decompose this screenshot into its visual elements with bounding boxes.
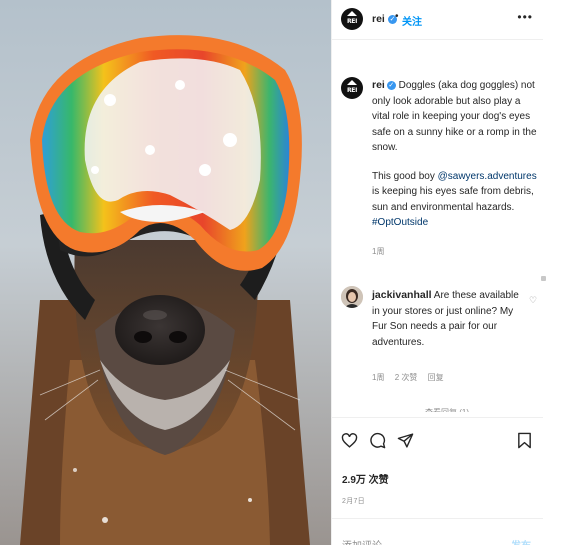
mountain-icon [347, 80, 357, 85]
like-heart-icon[interactable] [341, 432, 358, 449]
mountain-icon [347, 11, 357, 16]
comment-time[interactable]: 1周 [372, 373, 384, 382]
caption-time[interactable]: 1周 [372, 244, 537, 260]
reply-button[interactable]: 回复 [428, 373, 444, 382]
follow-button[interactable]: 关注 [402, 13, 422, 28]
caption-username[interactable]: rei [372, 79, 385, 91]
post-caption: rei ✓ Doggles (aka dog goggles) not only … [372, 78, 537, 259]
comments-area: REI rei ✓ Doggles (aka dog goggles) not o… [332, 41, 543, 417]
comment-username[interactable]: jackivanhall [372, 289, 432, 301]
comment-bubble-icon[interactable] [369, 432, 386, 449]
hashtag-link[interactable]: #OptOutside [372, 217, 428, 228]
avatar-text: REI [346, 18, 358, 25]
rei-avatar[interactable]: REI [341, 8, 363, 30]
post-side-panel: REI rei ✓ • 关注 ••• REI rei ✓ Doggles (aka… [331, 0, 543, 545]
post-comment-button[interactable]: 发布 [511, 537, 531, 545]
caption-paragraph-1: rei ✓ Doggles (aka dog goggles) not only … [372, 78, 537, 156]
caption-paragraph-2: This good boy @sawyers.adventures is kee… [372, 169, 537, 231]
share-plane-icon[interactable] [397, 432, 414, 449]
comment-likes[interactable]: 2 次赞 [395, 373, 418, 382]
comment-input[interactable]: 添加评论... [342, 537, 390, 545]
like-count[interactable]: 2.9万 次赞 [342, 471, 389, 486]
commenter-avatar[interactable] [341, 286, 363, 308]
post-header: REI rei ✓ • 关注 ••• [332, 0, 543, 40]
verified-icon: ✓ [386, 80, 396, 90]
avatar-text: REI [346, 87, 358, 94]
scrollbar-thumb[interactable] [541, 276, 546, 281]
post-actions: 2.9万 次赞 2月7日 添加评论... 发布 [332, 417, 543, 545]
separator-dot: • [395, 11, 399, 22]
caption-text-2a: This good boy [372, 170, 438, 182]
view-replies-link[interactable]: 查看回复 (1) [425, 407, 469, 412]
comment-item: jackivanhall Are these available in your… [372, 288, 522, 350]
mention-link[interactable]: @sawyers.adventures [438, 171, 537, 182]
caption-avatar[interactable]: REI [341, 77, 363, 99]
caption-text-1: Doggles (aka dog goggles) not only look … [372, 80, 537, 153]
dog-goggles-photo [0, 0, 331, 545]
header-username[interactable]: rei [372, 13, 385, 25]
add-comment-bar: 添加评论... 发布 [332, 518, 543, 545]
bookmark-icon[interactable] [517, 432, 532, 449]
comment-meta: 1周 2 次赞 回复 [372, 372, 452, 383]
comment-like-icon[interactable]: ♡ [529, 295, 537, 306]
person-photo-icon [341, 286, 363, 308]
more-options-icon[interactable]: ••• [517, 10, 533, 24]
post-image[interactable] [0, 0, 331, 545]
post-date[interactable]: 2月7日 [342, 496, 365, 506]
caption-text-2b: is keeping his eyes safe from debris, su… [372, 186, 534, 213]
